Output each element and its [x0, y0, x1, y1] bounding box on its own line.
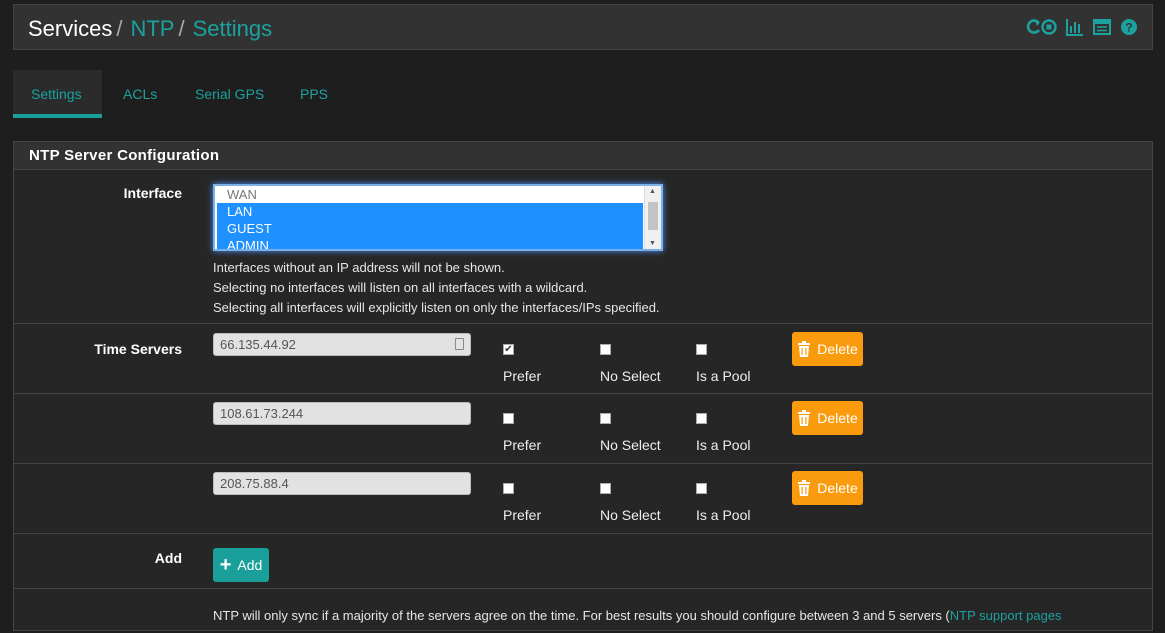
ntp-support-link[interactable]: NTP support pages — [950, 608, 1062, 623]
breadcrumb-separator: / — [178, 16, 185, 41]
prefer-checkbox[interactable]: ✔ — [503, 344, 514, 355]
bar-chart-icon[interactable] — [1066, 18, 1084, 36]
scroll-down-icon[interactable]: ▼ — [649, 240, 656, 247]
pool-checkbox[interactable] — [696, 483, 707, 494]
time-server-row: Time Servers 66.135.44.92 ✔ Prefer No Se… — [14, 323, 1152, 393]
noselect-label: No Select — [600, 368, 661, 384]
time-server-input[interactable]: 208.75.88.4 — [213, 472, 471, 495]
interface-help: Interfaces without an IP address will no… — [213, 258, 660, 318]
interface-multiselect[interactable]: WAN LAN GUEST ADMIN ▲ ▼ — [213, 184, 663, 251]
time-server-input[interactable]: 108.61.73.244 — [213, 402, 471, 425]
noselect-label: No Select — [600, 437, 661, 453]
scrollbar-thumb[interactable] — [648, 202, 658, 230]
add-row: Add + Add — [14, 533, 1152, 588]
tab-serial-gps[interactable]: Serial GPS — [177, 70, 282, 118]
footer-help: NTP will only sync if a majority of the … — [213, 608, 1062, 623]
delete-label: Delete — [817, 341, 858, 357]
prefer-checkbox[interactable] — [503, 483, 514, 494]
interface-help-line: Selecting no interfaces will listen on a… — [213, 280, 588, 295]
time-servers-label: Time Servers — [94, 341, 182, 357]
interface-scrollbar[interactable]: ▲ ▼ — [644, 186, 661, 249]
scroll-up-icon[interactable]: ▲ — [649, 188, 656, 195]
interface-option-guest[interactable]: GUEST — [217, 220, 643, 237]
interface-help-line: Selecting all interfaces will explicitly… — [213, 300, 660, 315]
interface-label: Interface — [123, 185, 182, 201]
prefer-label: Prefer — [503, 437, 542, 453]
time-server-row: 208.75.88.4 Prefer No Select Is a Pool D… — [14, 463, 1152, 533]
svg-text:?: ? — [1125, 21, 1132, 35]
noselect-checkbox[interactable] — [600, 413, 611, 424]
password-manager-icon[interactable] — [455, 338, 464, 350]
breadcrumb: Services / NTP / Settings — [28, 16, 272, 42]
ntp-config-panel: NTP Server Configuration Interface WAN L… — [13, 141, 1153, 631]
time-server-value: 208.75.88.4 — [220, 476, 289, 491]
page-header: Services / NTP / Settings ? — [13, 4, 1153, 50]
breadcrumb-separator: / — [116, 16, 123, 41]
prefer-checkbox[interactable] — [503, 413, 514, 424]
noselect-checkbox[interactable] — [600, 483, 611, 494]
time-server-value: 66.135.44.92 — [220, 337, 296, 352]
pool-label: Is a Pool — [696, 507, 751, 523]
header-icons: ? — [1025, 18, 1138, 36]
prefer-label: Prefer — [503, 507, 542, 523]
noselect-checkbox[interactable] — [600, 344, 611, 355]
panel-title: NTP Server Configuration — [14, 142, 1152, 170]
trash-icon — [798, 341, 811, 357]
breadcrumb-services: Services — [28, 16, 113, 41]
delete-button[interactable]: Delete — [792, 471, 863, 505]
tab-pps[interactable]: PPS — [282, 70, 346, 118]
footer-row: NTP will only sync if a majority of the … — [14, 588, 1152, 633]
pool-label: Is a Pool — [696, 437, 751, 453]
interface-option-admin[interactable]: ADMIN — [217, 237, 643, 249]
add-server-button[interactable]: + Add — [213, 548, 269, 582]
footer-help-text: NTP will only sync if a majority of the … — [213, 608, 950, 623]
plus-icon: + — [219, 554, 232, 576]
reload-icon[interactable] — [1025, 18, 1057, 36]
list-icon[interactable] — [1093, 18, 1111, 36]
time-server-value: 108.61.73.244 — [220, 406, 304, 421]
help-icon[interactable]: ? — [1120, 18, 1138, 36]
interface-option-wan[interactable]: WAN — [217, 186, 643, 203]
tab-acls[interactable]: ACLs — [105, 70, 175, 118]
pool-checkbox[interactable] — [696, 344, 707, 355]
add-label: Add — [154, 550, 182, 566]
noselect-label: No Select — [600, 507, 661, 523]
delete-label: Delete — [817, 480, 858, 496]
breadcrumb-ntp[interactable]: NTP — [130, 16, 174, 41]
tab-settings[interactable]: Settings — [13, 70, 102, 118]
pool-label: Is a Pool — [696, 368, 751, 384]
interface-option-lan[interactable]: LAN — [217, 203, 643, 220]
time-server-input[interactable]: 66.135.44.92 — [213, 333, 471, 356]
add-button-label: Add — [237, 557, 263, 573]
delete-button[interactable]: Delete — [792, 401, 863, 435]
interface-help-line: Interfaces without an IP address will no… — [213, 260, 505, 275]
prefer-label: Prefer — [503, 368, 542, 384]
trash-icon — [798, 480, 811, 496]
pool-checkbox[interactable] — [696, 413, 707, 424]
delete-button[interactable]: Delete — [792, 332, 863, 366]
tab-bar: Settings ACLs Serial GPS PPS — [13, 70, 1153, 120]
time-server-row: 108.61.73.244 Prefer No Select Is a Pool… — [14, 393, 1152, 463]
breadcrumb-settings[interactable]: Settings — [193, 16, 273, 41]
delete-label: Delete — [817, 410, 858, 426]
trash-icon — [798, 410, 811, 426]
